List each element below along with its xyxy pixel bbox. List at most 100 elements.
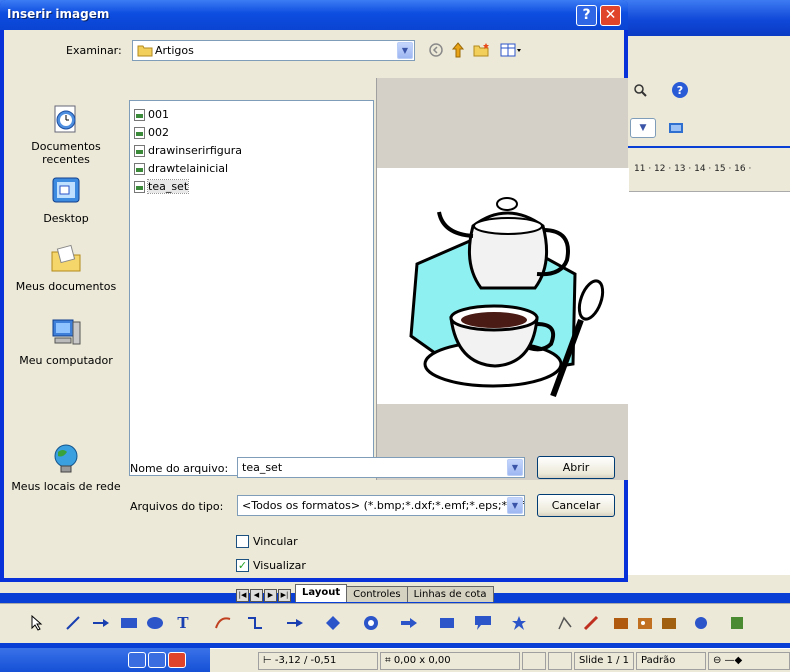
document-canvas[interactable]: [626, 192, 790, 592]
dialog-title-bar[interactable]: Inserir imagem ? ✕: [0, 0, 628, 30]
link-checkbox-box[interactable]: [236, 535, 249, 548]
flowchart-icon[interactable]: [436, 612, 458, 634]
file-item[interactable]: drawinserirfigura: [134, 142, 242, 159]
preview-checkbox[interactable]: ✓ Visualizar: [236, 559, 306, 572]
view-menu-icon[interactable]: [498, 40, 526, 60]
ruler-marks: 11 · 12 · 13 · 14 · 15 · 16 ·: [634, 164, 752, 174]
filename-input[interactable]: tea_set ▼: [237, 457, 525, 478]
preview-pane: [376, 78, 629, 480]
connector-tool-icon[interactable]: [244, 612, 266, 634]
chevron-down-icon[interactable]: ▼: [507, 497, 523, 514]
fontwork-icon[interactable]: [610, 612, 632, 634]
file-item[interactable]: drawtelainicial: [134, 160, 228, 177]
status-layout: Padrão: [636, 652, 706, 670]
recent-documents-icon: [54, 105, 76, 133]
image-file-icon: [134, 108, 145, 121]
look-in-combo[interactable]: Artigos ▼: [132, 40, 415, 61]
arrow-line-icon[interactable]: [90, 612, 112, 634]
image-file-icon: [134, 180, 145, 193]
status-size: ⌗ 0,00 x 0,00: [380, 652, 520, 670]
close-app-button[interactable]: [168, 652, 186, 668]
tea-set-illustration: [409, 197, 605, 398]
last-tab-button[interactable]: ▶|: [278, 589, 291, 602]
my-documents-icon: [51, 244, 81, 272]
tab-controles[interactable]: Controles: [346, 586, 408, 602]
status-position-value: -3,12 / -0,51: [274, 655, 337, 666]
new-folder-icon[interactable]: [472, 40, 492, 60]
back-icon[interactable]: [426, 40, 446, 60]
places-bar: Documentos recentes Desktop Meus documen…: [8, 102, 124, 546]
up-folder-icon[interactable]: [448, 40, 468, 60]
toolbar-dropdown-arrow[interactable]: ▼: [630, 118, 656, 138]
preview-image: [377, 168, 629, 404]
filename-value: tea_set: [242, 461, 283, 474]
image-file-icon: [134, 144, 145, 157]
place-my-computer[interactable]: Meu computador: [8, 316, 124, 367]
zoom-icon[interactable]: [630, 80, 650, 100]
maximize-button[interactable]: [148, 652, 166, 668]
place-network-label: Meus locais de rede: [11, 480, 121, 493]
preview-checkbox-box[interactable]: ✓: [236, 559, 249, 572]
symbol-shapes-icon[interactable]: [360, 612, 382, 634]
file-name: 001: [148, 108, 169, 121]
first-tab-button[interactable]: |◀: [236, 589, 249, 602]
place-network[interactable]: Meus locais de rede: [8, 442, 124, 493]
curve-tool-icon[interactable]: [212, 612, 234, 634]
text-tool-icon[interactable]: T: [172, 612, 194, 634]
position-icon: ⊢: [263, 655, 275, 666]
lines-arrows-icon[interactable]: [284, 612, 306, 634]
ellipse-tool-icon[interactable]: [144, 612, 166, 634]
select-arrow-icon[interactable]: [26, 612, 48, 634]
drawing-toolbar: T: [0, 603, 790, 643]
shadow-icon[interactable]: [726, 612, 748, 634]
preview-checkbox-label: Visualizar: [253, 559, 306, 572]
status-size-value: 0,00 x 0,00: [393, 655, 451, 666]
tab-linhas-de-cota[interactable]: Linhas de cota: [406, 586, 494, 602]
toolbar-box-icon[interactable]: [666, 118, 686, 138]
file-name: drawinserirfigura: [148, 144, 243, 157]
status-blank-1: [522, 652, 546, 670]
callouts-icon[interactable]: [472, 612, 494, 634]
glue-points-icon[interactable]: [580, 612, 602, 634]
stars-icon[interactable]: [508, 612, 530, 634]
chevron-down-icon[interactable]: ▼: [397, 42, 413, 59]
line-tool-icon[interactable]: [62, 612, 84, 634]
prev-tab-button[interactable]: ◀: [250, 589, 263, 602]
gallery-icon[interactable]: [658, 612, 680, 634]
place-recent-documents[interactable]: Documentos recentes: [8, 102, 124, 166]
open-button[interactable]: Abrir: [537, 456, 615, 479]
help-button[interactable]: ?: [576, 5, 597, 26]
file-item[interactable]: 002: [134, 124, 169, 141]
tab-layout[interactable]: Layout: [295, 584, 348, 602]
look-in-value: Artigos: [155, 44, 194, 57]
cancel-button[interactable]: Cancelar: [537, 494, 615, 517]
file-item-selected[interactable]: tea_set: [134, 178, 190, 195]
minimize-button[interactable]: [128, 652, 146, 668]
file-name: 002: [148, 126, 169, 139]
filetype-select[interactable]: <Todos os formatos> (*.bmp;*.dxf;*.emf;*…: [237, 495, 525, 516]
file-name: tea_set: [146, 179, 190, 194]
zoom-slider[interactable]: ⊖ —◆: [708, 652, 790, 670]
ruler: 11 · 12 · 13 · 14 · 15 · 16 ·: [626, 148, 790, 192]
help-icon[interactable]: ?: [670, 80, 690, 100]
close-button[interactable]: ✕: [600, 5, 621, 26]
network-places-icon: [54, 444, 78, 473]
basic-shapes-icon[interactable]: [322, 612, 344, 634]
image-file-icon: [134, 126, 145, 139]
extrusion-icon[interactable]: [690, 612, 712, 634]
link-checkbox[interactable]: Vincular: [236, 535, 298, 548]
place-my-documents[interactable]: Meus documentos: [8, 242, 124, 293]
chevron-down-icon[interactable]: ▼: [507, 459, 523, 476]
points-icon[interactable]: [554, 612, 576, 634]
desktop-icon: [52, 177, 80, 203]
rectangle-tool-icon[interactable]: [118, 612, 140, 634]
file-list[interactable]: 001 002 drawinserirfigura drawtelainicia…: [129, 100, 374, 476]
my-computer-icon: [52, 319, 81, 345]
next-tab-button[interactable]: ▶: [264, 589, 277, 602]
place-recent-label: Documentos recentes: [31, 140, 101, 166]
file-item[interactable]: 001: [134, 106, 169, 123]
block-arrows-icon[interactable]: [398, 612, 420, 634]
place-desktop[interactable]: Desktop: [8, 174, 124, 225]
insert-image-icon[interactable]: [634, 612, 656, 634]
status-slide: Slide 1 / 1: [574, 652, 634, 670]
